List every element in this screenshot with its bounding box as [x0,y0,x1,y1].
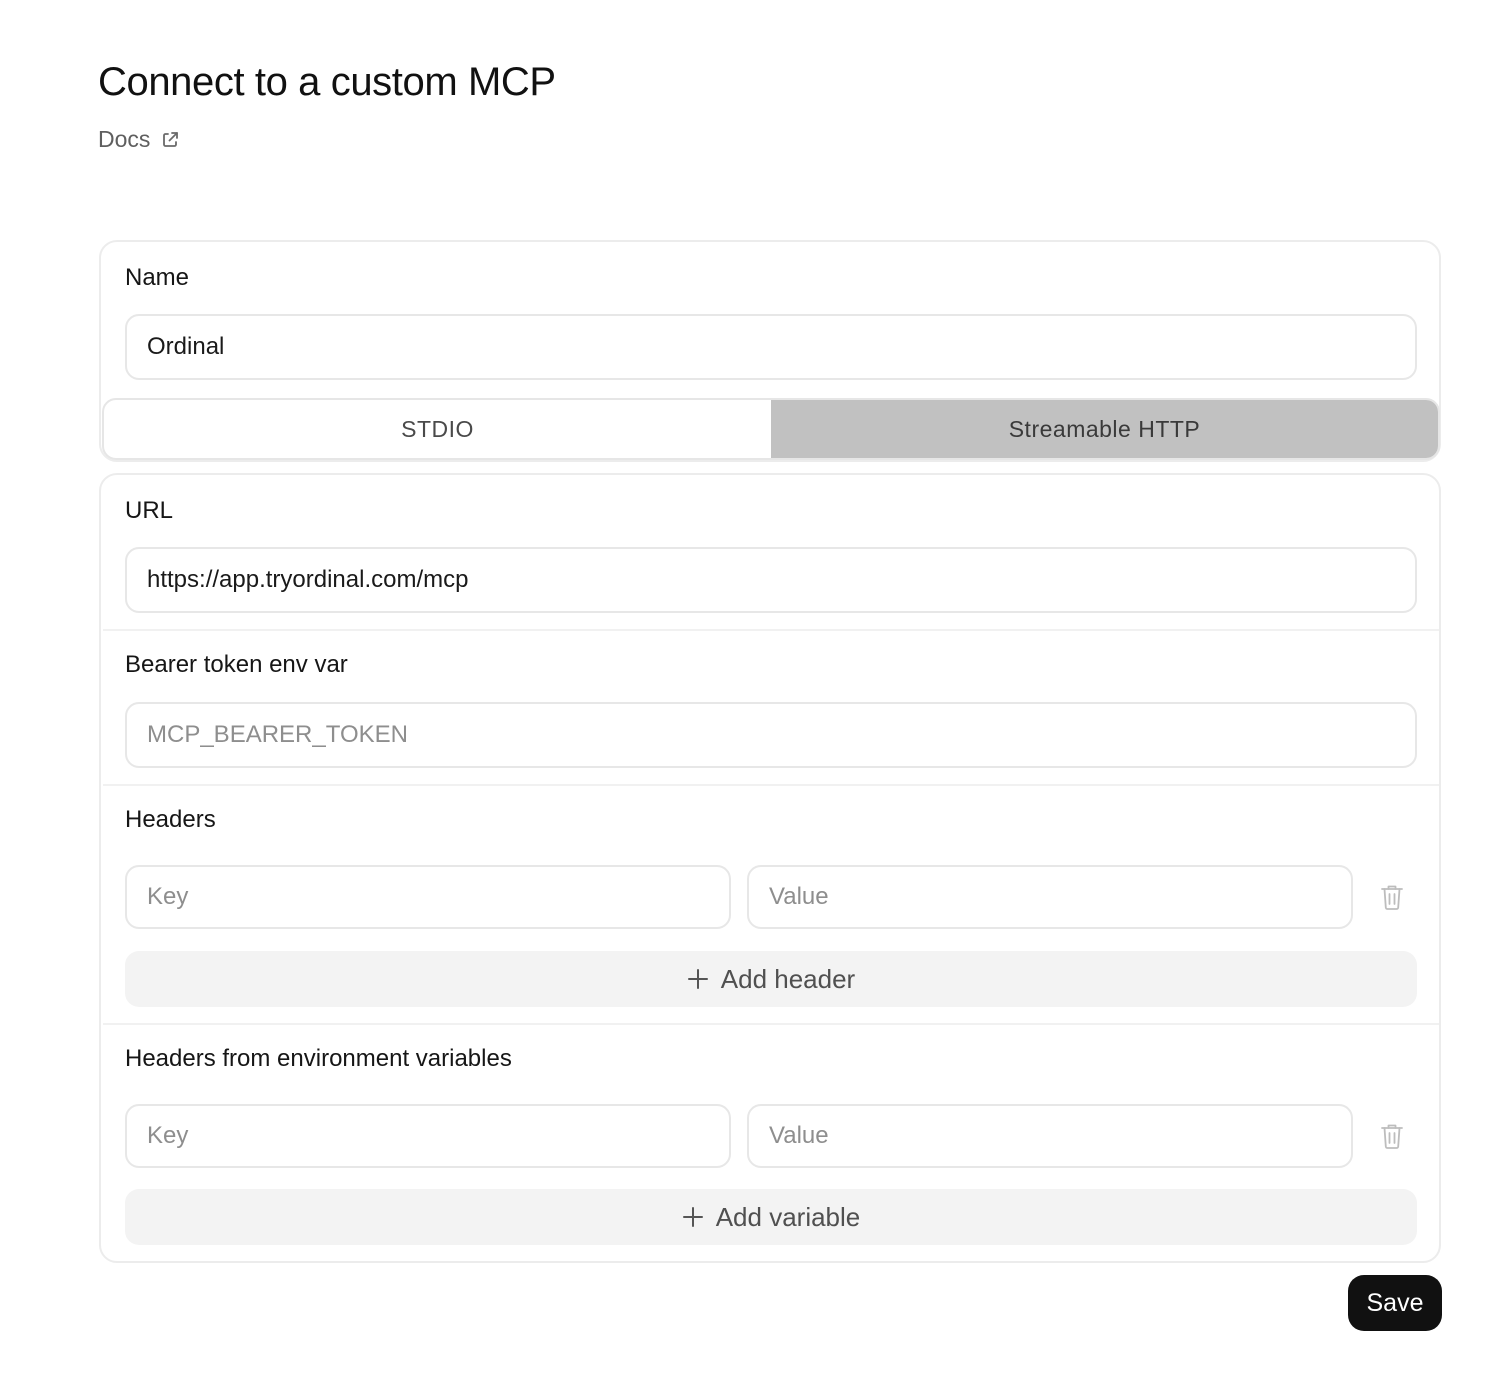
docs-link-label: Docs [98,126,151,152]
add-header-button[interactable]: Add header [125,951,1417,1007]
headers-label: Headers [125,806,216,833]
env-header-value-input[interactable] [747,1104,1353,1168]
env-header-key-input[interactable] [125,1104,731,1168]
trash-icon[interactable] [1379,1121,1405,1151]
header-row [125,865,1417,929]
env-header-row [125,1104,1417,1168]
header-value-input[interactable] [747,865,1353,929]
mcp-connect-page: Connect to a custom MCP Docs Name STDIO … [0,0,1506,1384]
name-input[interactable] [125,314,1417,380]
transport-tabs: STDIO Streamable HTTP [102,398,1440,460]
plus-icon [682,1207,703,1227]
header-key-input[interactable] [125,865,731,929]
tab-streamable-http[interactable]: Streamable HTTP [771,400,1438,458]
external-link-icon [163,131,179,147]
add-variable-label: Add variable [715,1201,861,1232]
bearer-token-label: Bearer token env var [125,651,348,678]
save-button[interactable]: Save [1348,1275,1442,1331]
bearer-token-input[interactable] [125,702,1417,768]
page-title: Connect to a custom MCP [98,60,556,104]
env-headers-label: Headers from environment variables [125,1045,512,1072]
section-divider [103,784,1439,786]
section-divider [103,629,1439,631]
add-variable-button[interactable]: Add variable [125,1189,1417,1245]
section-divider [103,1023,1439,1025]
docs-link[interactable]: Docs [98,126,180,153]
url-label: URL [125,497,174,524]
url-input[interactable] [125,547,1417,613]
plus-icon [687,969,708,989]
http-settings-card: URL Bearer token env var Headers Add hea… [99,473,1441,1263]
name-card: Name STDIO Streamable HTTP [99,240,1441,462]
name-label: Name [125,264,190,291]
tab-stdio[interactable]: STDIO [104,400,771,458]
trash-icon[interactable] [1379,882,1405,912]
add-header-label: Add header [720,963,856,994]
